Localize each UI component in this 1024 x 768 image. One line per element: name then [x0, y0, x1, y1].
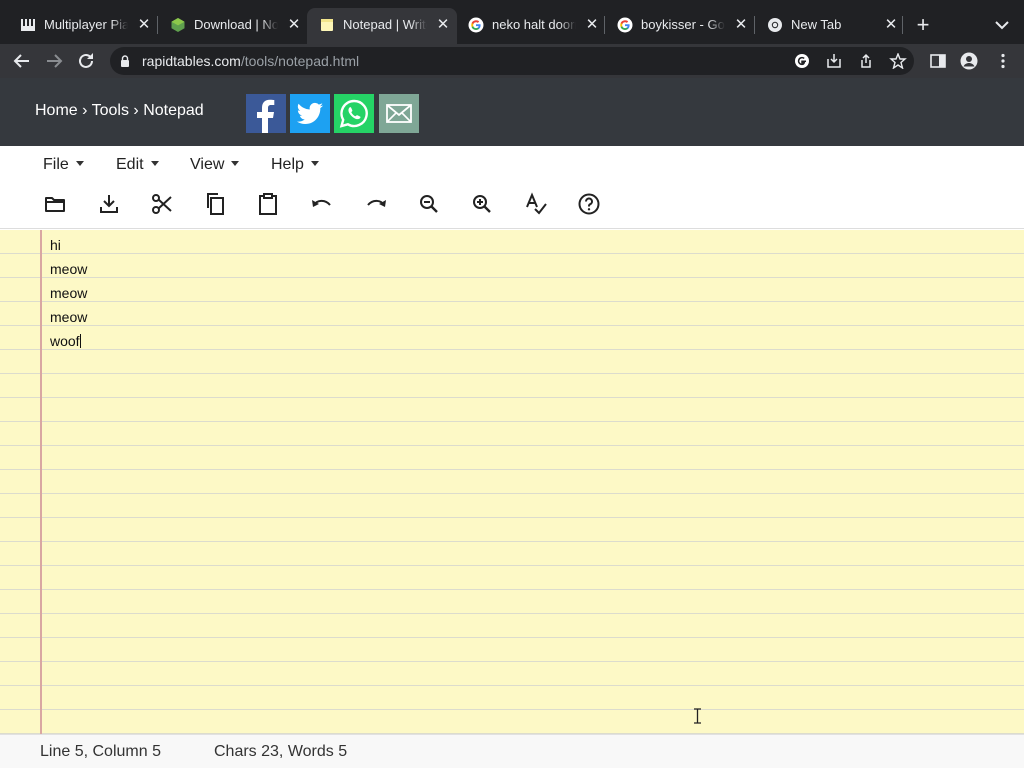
redo-icon[interactable] — [364, 192, 388, 216]
browser-toolbar: rapidtables.com/tools/notepad.html — [0, 44, 1024, 78]
text-line: meow — [50, 285, 88, 301]
twitter-share-button[interactable] — [290, 94, 330, 133]
install-app-icon[interactable] — [825, 53, 843, 69]
tab-title: Multiplayer Piano — [44, 17, 128, 32]
paper-margin-line — [40, 230, 42, 734]
menu-label: Edit — [116, 156, 144, 173]
tab-search-chevron-icon[interactable] — [993, 17, 1011, 33]
tab-new-tab[interactable]: New Tab ✕ — [755, 8, 905, 44]
status-bar: Line 5, Column 5 Chars 23, Words 5 — [0, 734, 1024, 768]
tab-divider — [902, 16, 903, 34]
url-text[interactable]: rapidtables.com/tools/notepad.html — [142, 53, 359, 69]
google-lens-icon[interactable] — [793, 53, 811, 69]
help-question-icon[interactable] — [577, 192, 601, 216]
zoom-in-icon[interactable] — [470, 192, 494, 216]
caret-down-icon — [75, 161, 84, 166]
facebook-share-button[interactable] — [246, 94, 286, 133]
share-icon[interactable] — [857, 53, 875, 69]
breadcrumb-tools-link[interactable]: Tools — [92, 102, 129, 119]
url-path: /tools/notepad.html — [240, 53, 360, 69]
caret-down-icon — [231, 161, 240, 166]
paste-clipboard-icon[interactable] — [256, 192, 280, 216]
close-tab-icon[interactable]: ✕ — [135, 16, 153, 34]
chrome-icon — [768, 18, 782, 32]
tab-boykisser-google[interactable]: boykisser - Goo ✕ — [605, 8, 755, 44]
tab-title: Download | Node.js — [194, 17, 278, 32]
new-tab-button[interactable]: + — [913, 14, 933, 36]
lock-icon[interactable] — [120, 55, 130, 67]
breadcrumb: Home › Tools › Notepad — [35, 102, 204, 120]
close-tab-icon[interactable]: ✕ — [285, 16, 303, 34]
menu-view[interactable]: View — [190, 156, 240, 174]
tab-title: New Tab — [791, 17, 842, 32]
bookmark-star-icon[interactable] — [889, 53, 907, 69]
text-line: hi — [50, 237, 61, 253]
piano-icon — [21, 19, 35, 31]
profile-avatar-icon[interactable] — [960, 52, 978, 70]
close-tab-icon[interactable]: ✕ — [882, 16, 900, 34]
address-bar[interactable]: rapidtables.com/tools/notepad.html — [110, 47, 914, 75]
menu-label: Help — [271, 156, 304, 173]
site-header: Home › Tools › Notepad — [0, 78, 1024, 146]
kebab-menu-icon[interactable] — [994, 52, 1012, 70]
tab-title: boykisser - Goo — [641, 17, 725, 32]
text-line: woof — [50, 333, 80, 349]
breadcrumb-current: Notepad — [143, 102, 204, 119]
undo-icon[interactable] — [310, 192, 334, 216]
browser-tab-bar: Multiplayer Piano ✕ Download | Node.js ✕… — [0, 0, 1024, 44]
close-tab-icon[interactable]: ✕ — [583, 16, 601, 34]
notepad-icon — [321, 19, 333, 31]
breadcrumb-separator: › — [128, 102, 144, 119]
tab-neko-halt-doorn[interactable]: neko halt doorn ✕ — [456, 8, 606, 44]
menu-help[interactable]: Help — [271, 156, 319, 174]
ibeam-cursor-icon — [694, 708, 701, 724]
tab-title: neko halt doorn — [492, 17, 576, 32]
menu-bar: File Edit View Help — [0, 146, 1024, 182]
tab-notepad[interactable]: Notepad | Write ✕ — [307, 8, 457, 44]
google-icon — [468, 17, 484, 33]
menu-label: File — [43, 156, 69, 173]
email-share-button[interactable] — [379, 94, 419, 133]
tab-download-nodejs[interactable]: Download | Node.js ✕ — [158, 8, 308, 44]
reload-icon[interactable] — [75, 50, 97, 72]
tab-multiplayer-piano[interactable]: Multiplayer Piano ✕ — [8, 8, 158, 44]
google-icon — [617, 17, 633, 33]
open-folder-icon[interactable] — [43, 192, 67, 216]
breadcrumb-home-link[interactable]: Home — [35, 102, 78, 119]
caret-down-icon — [150, 161, 159, 166]
url-domain: rapidtables.com — [142, 53, 241, 69]
back-arrow-icon[interactable] — [11, 50, 33, 72]
copy-icon[interactable] — [203, 192, 227, 216]
breadcrumb-separator: › — [77, 102, 92, 119]
menu-file[interactable]: File — [43, 156, 84, 174]
character-word-count: Chars 23, Words 5 — [214, 743, 348, 760]
whatsapp-share-button[interactable] — [334, 94, 374, 133]
text-line: meow — [50, 261, 88, 277]
text-line-with-caret: woof — [50, 329, 87, 353]
menu-label: View — [190, 156, 225, 173]
spellcheck-icon[interactable] — [524, 192, 548, 216]
notepad-text: hi meow meow meow woof — [50, 233, 87, 353]
caret-down-icon — [310, 161, 319, 166]
side-panel-icon[interactable] — [929, 52, 947, 70]
tab-title: Notepad | Write — [343, 17, 427, 32]
cut-scissors-icon[interactable] — [150, 192, 174, 216]
zoom-out-icon[interactable] — [417, 192, 441, 216]
cursor-position: Line 5, Column 5 — [40, 743, 161, 760]
menu-edit[interactable]: Edit — [116, 156, 159, 174]
download-icon[interactable] — [97, 192, 121, 216]
close-tab-icon[interactable]: ✕ — [434, 16, 452, 34]
text-line: meow — [50, 309, 88, 325]
editor-toolbar — [0, 182, 1024, 229]
forward-arrow-icon[interactable] — [43, 50, 65, 72]
nodejs-icon — [171, 18, 185, 32]
close-tab-icon[interactable]: ✕ — [732, 16, 750, 34]
text-caret — [79, 334, 81, 348]
notepad-textarea[interactable]: hi meow meow meow woof — [0, 230, 1024, 734]
